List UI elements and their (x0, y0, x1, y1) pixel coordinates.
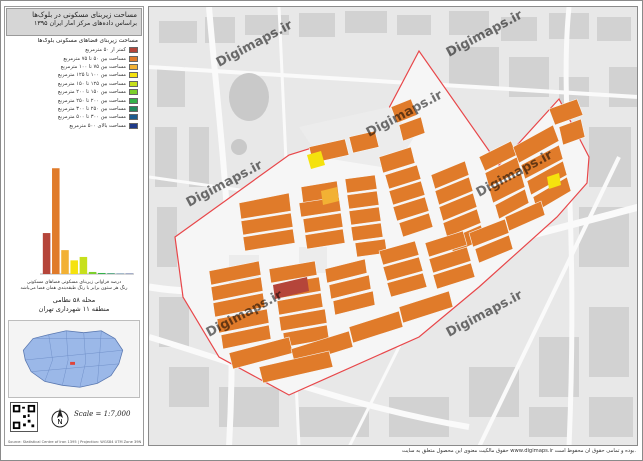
legend-swatch (129, 105, 138, 112)
legend-item: مساحت بین ۱۲۵ تا ۱۵۰ مترمربع (10, 80, 138, 88)
chart-bar (107, 273, 115, 274)
legend-item-label: مساحت بین ۲۰۰ تا ۲۵۰ مترمربع (57, 97, 126, 104)
district-region: منطقه ۱۱ شهرداری تهران (38, 305, 110, 313)
map-title-line2: براساس داده‌های مرکز آمار ایران ۱۳۹۵ (34, 20, 137, 27)
frequency-bar-chart (40, 168, 134, 275)
legend-item-label: مساحت بین ۱۰۰ تا ۱۲۵ مترمربع (57, 72, 126, 79)
legend-swatch (129, 122, 138, 129)
legend: مساحت زیربنای فضاهای مسکونی بلوک‌ها کمتر… (10, 38, 138, 130)
legend-item-label: مساحت بالای ۵۰۰ مترمربع (69, 122, 126, 129)
chart-bar (42, 233, 51, 274)
legend-item-label: مساحت بین ۲۵۰ تا ۳۰۰ مترمربع (57, 105, 126, 112)
legend-item-label: مساحت بین ۳۰۰ تا ۵۰۰ مترمربع (57, 114, 126, 121)
legend-swatch (129, 114, 138, 121)
legend-item: مساحت بین ۳۰۰ تا ۵۰۰ مترمربع (10, 113, 138, 121)
basemap: Digimaps.ir Digimaps.ir Digimaps.ir Digi… (149, 7, 637, 445)
legend-item-label: مساحت بین ۱۵۰ تا ۲۰۰ مترمربع (57, 89, 126, 96)
legend-item: مساحت بالای ۵۰۰ مترمربع (10, 122, 138, 130)
legend-item-label: کمتر از ۵۰ مترمربع (85, 47, 126, 54)
legend-heading: مساحت زیربنای فضاهای مسکونی بلوک‌ها (37, 38, 138, 44)
legend-item-label: مساحت بین ۷۵ تا ۱۰۰ مترمربع (60, 63, 126, 70)
legend-item: مساحت بین ۲۵۰ تا ۳۰۰ مترمربع (10, 105, 138, 113)
legend-swatch (129, 55, 138, 62)
legend-item-label: مساحت بین ۱۲۵ تا ۱۵۰ مترمربع (57, 80, 126, 87)
legend-swatch (129, 63, 138, 70)
map-title: مساحت زیربنای مسکونی در بلوک‌ها براساس د… (6, 8, 142, 36)
map-title-line1: مساحت زیربنای مسکونی در بلوک‌ها (32, 11, 137, 19)
study-area-marker (70, 361, 75, 365)
legend-swatch (129, 97, 138, 104)
chart-bar (98, 272, 106, 274)
legend-swatch (129, 47, 138, 54)
legend-item: مساحت بین ۱۵۰ تا ۲۰۰ مترمربع (10, 88, 138, 96)
legend-swatch (129, 72, 138, 79)
chart-caption-line2: رنگ هر ستون برابر با رنگ طبقه‌بندی همان … (20, 286, 128, 291)
chart-bar (79, 256, 88, 274)
legend-swatch (129, 89, 138, 96)
legend-item: مساحت بین ۱۰۰ تا ۱۲۵ مترمربع (10, 71, 138, 79)
chart-bar (61, 250, 69, 274)
qr-code-icon (10, 402, 38, 432)
legend-swatch (129, 80, 138, 87)
chart-caption: درصد فراوانی زیربنای مسکونی فضاهای مسکون… (8, 280, 140, 292)
tehran-minimap (8, 320, 140, 398)
chart-bar (52, 168, 60, 274)
chart-bar (88, 271, 97, 274)
map-view[interactable]: Digimaps.ir Digimaps.ir Digimaps.ir Digi… (148, 6, 638, 446)
legend-item: کمتر از ۵۰ مترمربع (10, 46, 138, 54)
scale-text: Scale = 1:7,000 (74, 410, 131, 418)
legend-item: مساحت بین ۵۰ تا ۷۵ مترمربع (10, 54, 138, 62)
legend-item: مساحت بین ۷۵ تا ۱۰۰ مترمربع (10, 63, 138, 71)
map-info-strip: N Scale = 1:7,000 (8, 400, 140, 440)
district-label: محله ۵۸ نظامی منطقه ۱۱ شهرداری تهران (8, 296, 140, 314)
legend-items: کمتر از ۵۰ مترمربع مساحت بین ۵۰ تا ۷۵ متر… (10, 46, 138, 130)
source-note: Source: Statistical Centre of Iran 1395 … (8, 440, 142, 444)
north-label: N (57, 418, 62, 426)
district-name: محله ۵۸ نظامی (52, 296, 96, 304)
north-arrow-icon: N (51, 408, 69, 428)
legend-item-label: مساحت بین ۵۰ تا ۷۵ مترمربع (63, 55, 126, 62)
copyright-note: حقوق مالکیت معنوی این محصول متعلق به سای… (402, 448, 636, 454)
chart-bar (70, 260, 78, 274)
legend-item: مساحت بین ۲۰۰ تا ۲۵۰ مترمربع (10, 96, 138, 104)
